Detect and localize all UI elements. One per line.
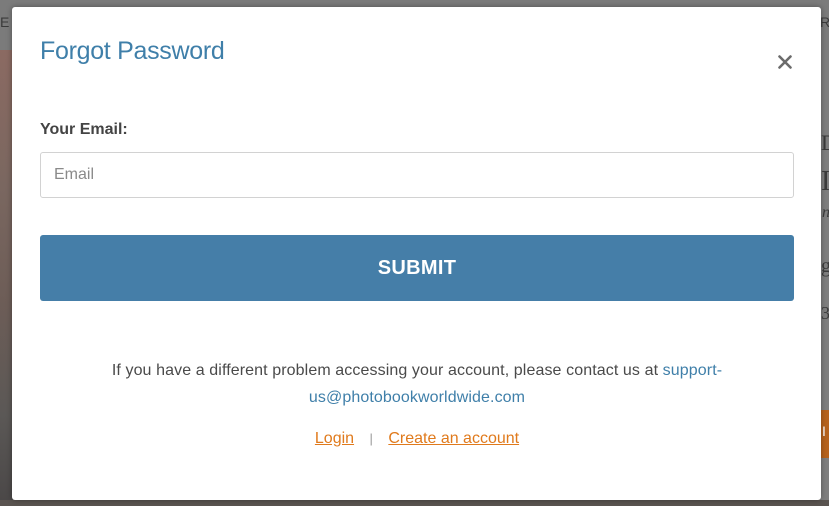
close-icon: [778, 55, 792, 69]
help-text-body: If you have a different problem accessin…: [111, 362, 663, 379]
email-field[interactable]: [40, 152, 794, 198]
background-text-fragment: 3: [821, 303, 829, 323]
login-link[interactable]: Login: [315, 430, 354, 447]
background-text-fragment: D: [821, 130, 829, 155]
help-text: If you have a different problem accessin…: [40, 357, 794, 411]
account-links: Login | Create an account: [40, 430, 794, 448]
modal-title: Forgot Password: [40, 37, 225, 65]
background-nav-fragment-left: E: [0, 14, 10, 30]
background-text-fragment: n: [822, 204, 829, 222]
support-email-part2: us@photobookworldwide.com: [308, 389, 526, 406]
background-nav-fragment-right: R: [820, 14, 829, 30]
submit-button[interactable]: SUBMIT: [40, 235, 794, 301]
support-email-part1: support-: [662, 362, 723, 379]
create-account-link[interactable]: Create an account: [388, 430, 519, 447]
background-text-fragment: I: [822, 423, 826, 439]
link-separator: |: [369, 431, 373, 446]
email-label: Your Email:: [40, 121, 128, 138]
background-text-fragment: g: [821, 255, 829, 277]
forgot-password-modal: Forgot Password Your Email: SUBMIT If yo…: [12, 7, 821, 500]
close-button[interactable]: [772, 49, 798, 75]
background-footer-strip: [0, 500, 829, 506]
background-text-fragment: I: [821, 166, 829, 197]
